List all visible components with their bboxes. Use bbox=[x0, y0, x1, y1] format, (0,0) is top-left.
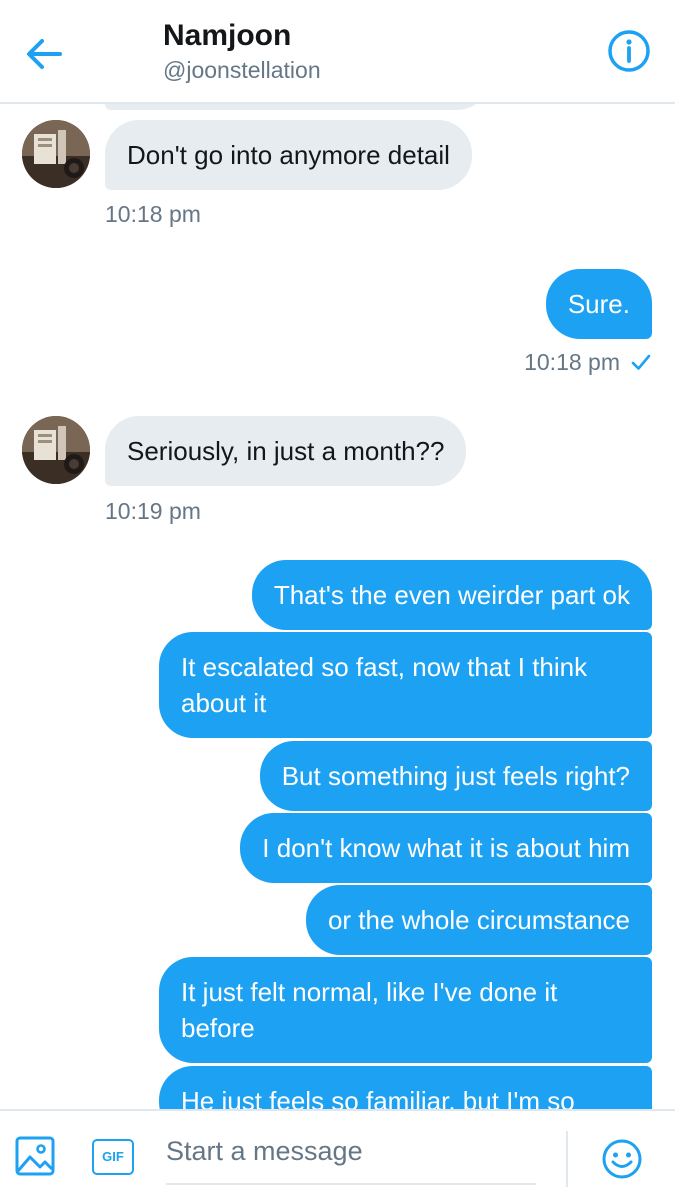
message-thread[interactable]: Don't go into anymore detail 10:18 pm Su… bbox=[0, 104, 675, 1109]
conversation-title[interactable]: Namjoon @joonstellation bbox=[163, 18, 321, 86]
info-circle-icon bbox=[608, 30, 650, 72]
message-timestamp: 10:18 pm bbox=[524, 349, 620, 375]
message-timestamp-row: 10:18 pm bbox=[524, 348, 652, 376]
message-bubble[interactable]: That's the even weirder part ok bbox=[251, 560, 652, 630]
message-bubble[interactable]: It escalated so fast, now that I think a… bbox=[159, 632, 652, 738]
gif-button[interactable]: GIF bbox=[92, 1139, 134, 1175]
message-bubble[interactable]: But something just feels right? bbox=[259, 741, 652, 811]
message-bubble[interactable]: Sure. bbox=[545, 269, 652, 339]
arrow-left-icon bbox=[27, 39, 62, 69]
checkmark-icon bbox=[631, 354, 651, 370]
message-timestamp: 10:18 pm bbox=[105, 201, 201, 227]
back-button[interactable] bbox=[20, 30, 68, 78]
avatar[interactable] bbox=[22, 416, 90, 484]
contact-name: Namjoon bbox=[163, 19, 292, 52]
message-bubble[interactable]: I don't know what it is about him bbox=[240, 813, 652, 883]
image-icon bbox=[15, 1136, 55, 1176]
add-image-button[interactable] bbox=[14, 1135, 56, 1177]
message-timestamp: 10:19 pm bbox=[105, 498, 201, 524]
message-bubble[interactable]: Seriously, in just a month?? bbox=[105, 416, 467, 486]
message-bubble[interactable]: or the whole circumstance bbox=[305, 885, 652, 955]
avatar-photo bbox=[22, 416, 90, 484]
avatar-photo bbox=[22, 120, 90, 188]
contact-handle: @joonstellation bbox=[163, 57, 321, 83]
conversation-header: Namjoon @joonstellation bbox=[0, 0, 675, 104]
composer-divider bbox=[566, 1131, 568, 1187]
message-composer: GIF bbox=[0, 1109, 675, 1200]
info-button[interactable] bbox=[606, 28, 652, 74]
emoji-button[interactable] bbox=[600, 1137, 644, 1181]
message-bubble[interactable]: It just felt normal, like I've done it b… bbox=[159, 957, 652, 1063]
avatar[interactable] bbox=[22, 120, 90, 188]
message-bubble[interactable]: Don't go into anymore detail bbox=[105, 120, 472, 190]
emoji-icon bbox=[602, 1139, 642, 1179]
message-input[interactable] bbox=[166, 1119, 536, 1185]
message-bubble[interactable]: He just feels so familiar, but I'm so bbox=[159, 1066, 652, 1109]
partial-message-bubble bbox=[105, 104, 490, 110]
